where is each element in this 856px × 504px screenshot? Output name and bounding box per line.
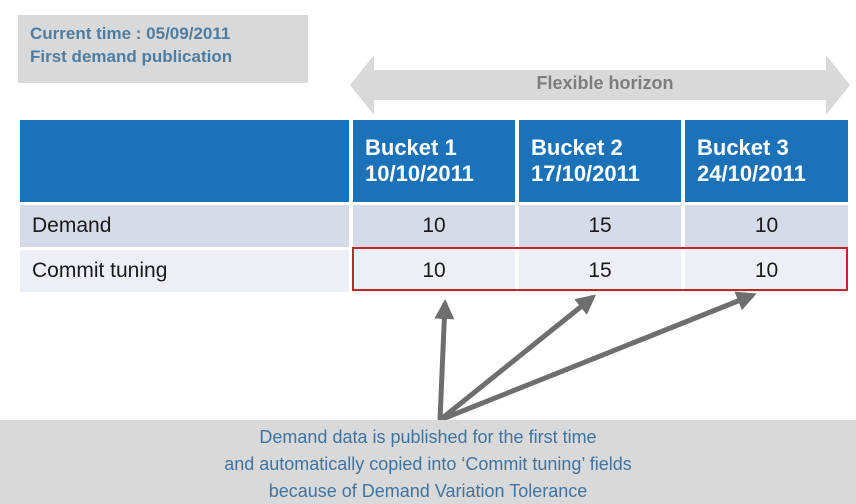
arrow-to-bucket-3-icon [439,291,757,423]
note-line-1: Demand data is published for the first t… [259,427,597,447]
note-line-3: because of Demand Variation Tolerance [268,481,588,501]
note-line-2: and automatically copied into ‘Commit tu… [224,454,632,474]
arrow-to-bucket-1-icon [434,299,455,421]
arrow-to-bucket-2-icon [438,294,597,422]
explanation-note: Demand data is published for the first t… [0,420,856,504]
